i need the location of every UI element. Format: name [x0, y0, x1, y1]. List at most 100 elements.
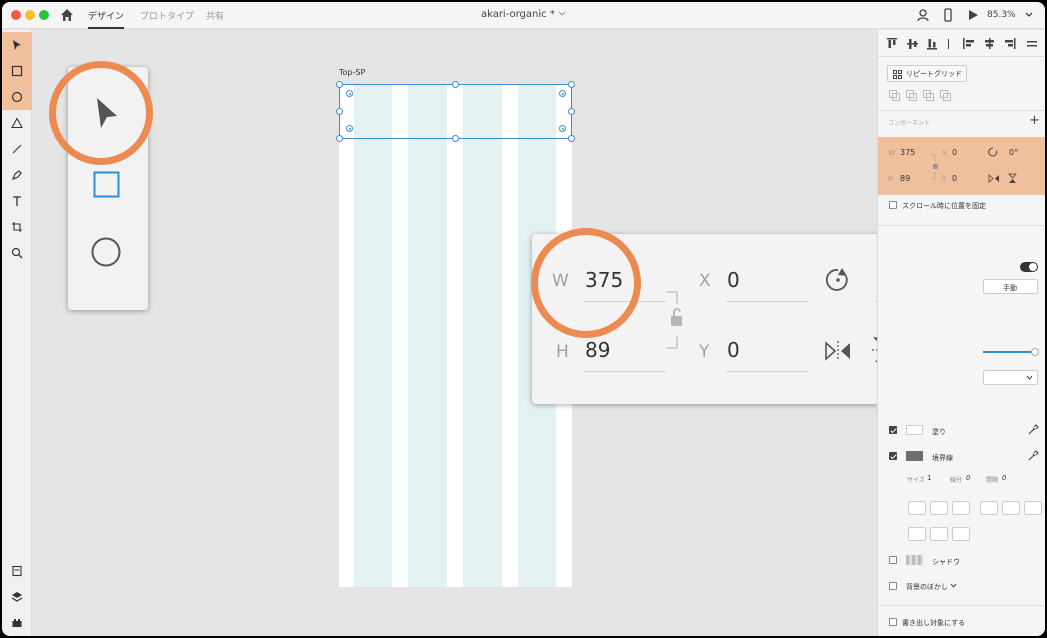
y-input[interactable]: 0	[952, 174, 957, 183]
rotate-icon	[988, 147, 998, 157]
property-inspector: リピートグリッド コンポーネント + W 375 X 0 0° H 89 Y 0…	[877, 30, 1045, 636]
shadow-swatch[interactable]	[906, 555, 923, 565]
x-input[interactable]: 0	[952, 148, 957, 157]
layers-icon	[11, 592, 23, 602]
highlight-ring	[531, 228, 641, 338]
manual-button[interactable]: 手動	[983, 279, 1038, 294]
rotation-input[interactable]: 0°	[1009, 148, 1018, 157]
pen-tool[interactable]	[2, 162, 32, 188]
play-icon[interactable]	[966, 8, 980, 22]
fill-color-swatch[interactable]	[906, 425, 923, 435]
rectangle-tool[interactable]	[2, 58, 32, 84]
stroke-inner-button[interactable]	[908, 501, 926, 515]
eyedropper-icon[interactable]	[1028, 450, 1039, 461]
x-value: 0	[727, 268, 740, 292]
grid-column	[408, 84, 447, 587]
resize-handle[interactable]	[336, 81, 343, 88]
fix-position-checkbox[interactable]	[889, 201, 897, 209]
plugins-panel-button[interactable]	[2, 610, 32, 636]
resize-handle[interactable]	[336, 108, 343, 115]
corner-radius-handle[interactable]	[346, 125, 353, 132]
dash-input[interactable]: 0	[966, 474, 970, 482]
eyedropper-icon[interactable]	[1028, 424, 1039, 435]
zoom-level[interactable]: 85.3%	[987, 10, 1016, 20]
gap-input[interactable]: 0	[1002, 474, 1006, 482]
stroke-cap-round-button[interactable]	[1002, 501, 1020, 515]
document-title[interactable]: akari-organic *	[2, 9, 1045, 20]
corner-radius-handle[interactable]	[559, 125, 566, 132]
y-label: Y	[942, 175, 947, 183]
rotate-icon	[825, 268, 848, 291]
height-label: H	[556, 342, 569, 362]
repeat-grid-button[interactable]: リピートグリッド	[887, 65, 967, 82]
resize-handle[interactable]	[568, 108, 575, 115]
stroke-cap-butt-button[interactable]	[980, 501, 998, 515]
boolean-ops-icons[interactable]	[889, 90, 955, 102]
artboard-icon	[12, 222, 22, 232]
user-icon[interactable]	[916, 8, 930, 22]
gap-label: 間隔	[986, 477, 999, 484]
chevron-down-icon	[558, 11, 566, 16]
highlight-ring	[49, 61, 153, 165]
artboard-name[interactable]: Top-SP	[339, 68, 365, 77]
add-component-button[interactable]: +	[1029, 113, 1040, 128]
arrow-pointer-icon	[13, 40, 21, 50]
join-round-button[interactable]	[930, 527, 948, 541]
stroke-outer-button[interactable]	[930, 501, 948, 515]
triangle-icon	[11, 117, 23, 129]
height-input[interactable]: 89	[900, 174, 910, 183]
resize-handle[interactable]	[452, 135, 459, 142]
fill-checkbox[interactable]	[889, 426, 897, 434]
text-tool[interactable]	[2, 188, 32, 214]
device-preview-icon[interactable]	[941, 8, 955, 22]
border-color-swatch[interactable]	[906, 451, 923, 461]
line-icon	[12, 144, 22, 154]
selected-rectangle[interactable]	[339, 84, 572, 139]
ellipse-tool[interactable]	[2, 84, 32, 110]
resize-handle[interactable]	[336, 135, 343, 142]
background-blur-checkbox[interactable]	[889, 582, 897, 590]
blend-mode-dropdown[interactable]	[983, 370, 1038, 385]
corner-radius-handle[interactable]	[346, 90, 353, 97]
magnifier-icon	[11, 247, 23, 259]
rectangle-icon	[93, 171, 120, 198]
responsive-resize-toggle[interactable]	[1020, 262, 1038, 272]
resize-handle[interactable]	[568, 135, 575, 142]
assets-panel-button[interactable]	[2, 558, 32, 584]
stroke-cap-square-button[interactable]	[1024, 501, 1042, 515]
lock-aspect-icon	[666, 291, 682, 349]
layers-panel-button[interactable]	[2, 584, 32, 610]
x-label: X	[699, 271, 711, 291]
stroke-center-button[interactable]	[952, 501, 970, 515]
height-value: 89	[585, 338, 611, 362]
slider-thumb[interactable]	[1031, 348, 1039, 356]
chevron-down-icon[interactable]	[950, 583, 957, 589]
shadow-checkbox[interactable]	[889, 556, 897, 564]
field-underline	[584, 371, 666, 372]
export-checkbox[interactable]	[889, 618, 897, 626]
align-toolbar-icons[interactable]	[887, 37, 1037, 51]
corner-radius-handle[interactable]	[559, 90, 566, 97]
resize-handle[interactable]	[452, 81, 459, 88]
slider-track[interactable]	[983, 351, 1037, 353]
resize-handle[interactable]	[568, 81, 575, 88]
select-tool[interactable]	[2, 32, 32, 58]
polygon-tool[interactable]	[2, 110, 32, 136]
border-size-input[interactable]: 1	[927, 474, 931, 482]
active-tab-indicator	[88, 27, 124, 29]
zoom-tool[interactable]	[2, 240, 32, 266]
flip-horizontal-icon[interactable]	[988, 174, 1000, 183]
artboard-tool[interactable]	[2, 214, 32, 240]
y-label: Y	[699, 342, 710, 362]
border-checkbox[interactable]	[889, 452, 897, 460]
zoom-dropdown-icon[interactable]	[1022, 8, 1036, 22]
flip-vertical-icon[interactable]	[1008, 173, 1017, 184]
join-miter-button[interactable]	[908, 527, 926, 541]
width-input[interactable]: 375	[900, 148, 915, 157]
join-bevel-button[interactable]	[952, 527, 970, 541]
pen-icon	[12, 170, 22, 180]
field-underline	[726, 371, 808, 372]
lock-aspect-icon[interactable]	[930, 154, 940, 180]
line-tool[interactable]	[2, 136, 32, 162]
transform-section: W 375 X 0 0° H 89 Y 0	[878, 137, 1045, 195]
